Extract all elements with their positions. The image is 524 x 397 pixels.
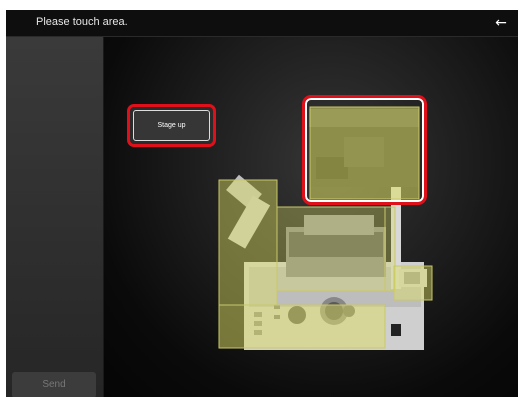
zone-side-port[interactable] bbox=[393, 265, 433, 301]
back-arrow-icon[interactable]: ← bbox=[492, 14, 510, 32]
microscope-view: Stage up bbox=[104, 37, 518, 397]
send-button[interactable]: Send bbox=[12, 372, 96, 397]
zone-stage[interactable] bbox=[276, 206, 386, 292]
page-title: Please touch area. bbox=[36, 16, 128, 28]
title-bar: Please touch area. ← bbox=[6, 10, 518, 37]
app-window: Please touch area. ← Send Stage up bbox=[6, 10, 518, 397]
microscope-diagram bbox=[218, 106, 433, 350]
zone-eyepiece[interactable] bbox=[218, 179, 278, 306]
zone-base[interactable] bbox=[218, 304, 386, 349]
sidebar: Send bbox=[6, 37, 104, 397]
selected-zone-highlight[interactable] bbox=[302, 95, 427, 205]
